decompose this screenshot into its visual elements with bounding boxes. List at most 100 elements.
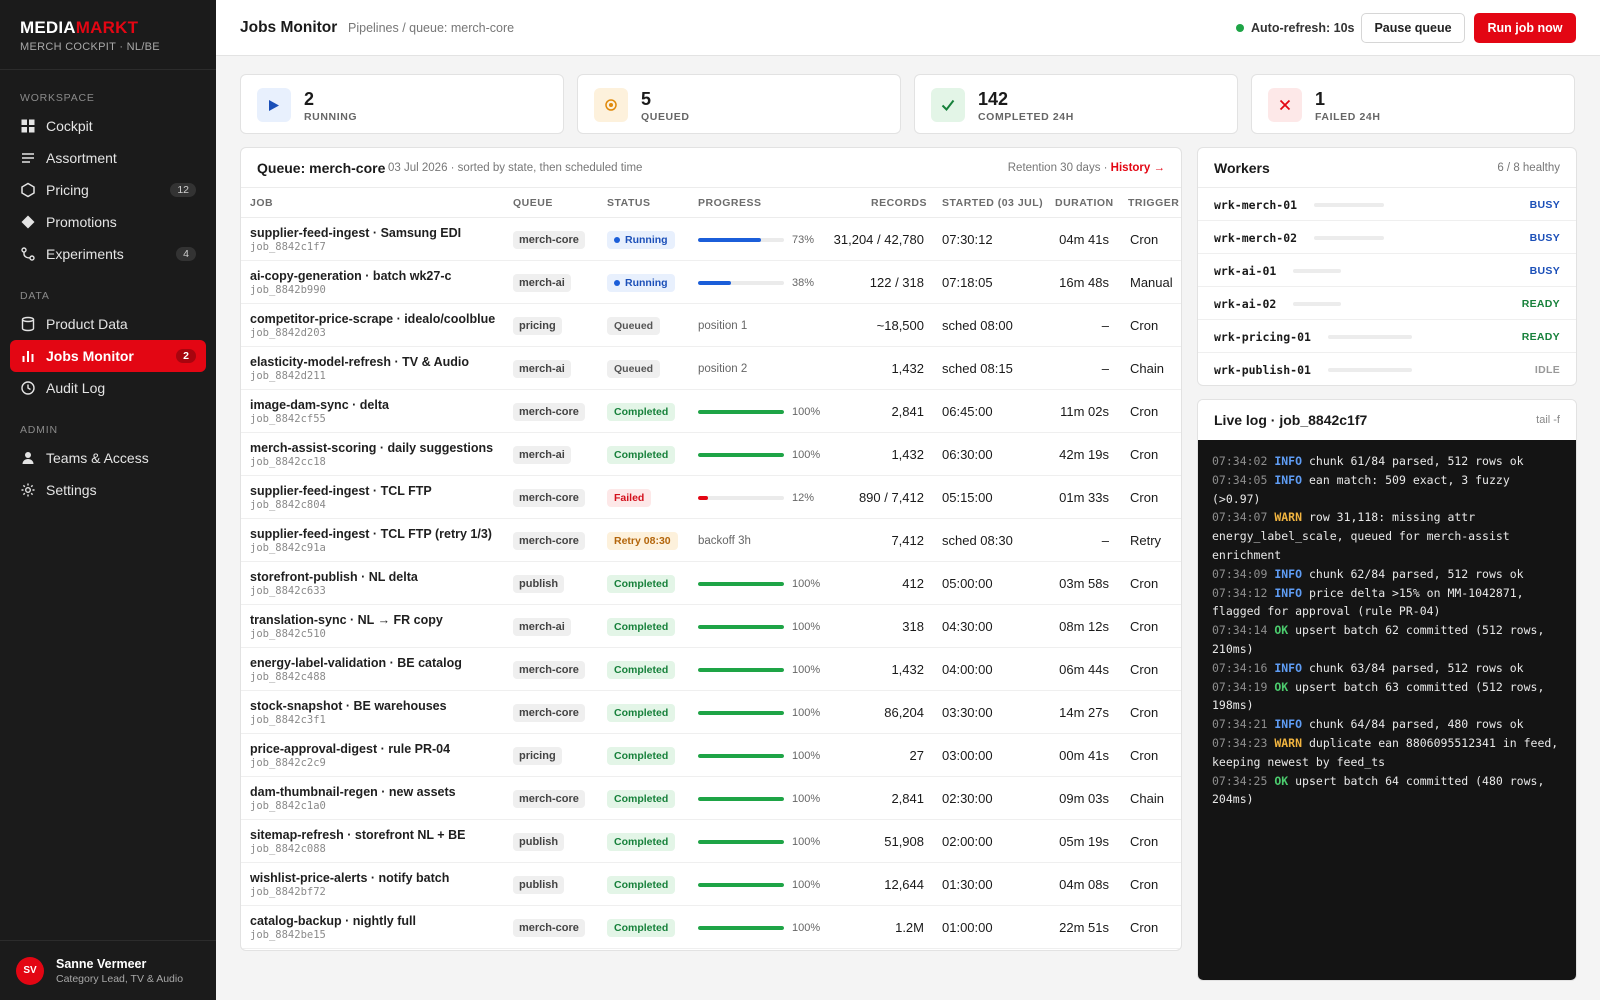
auto-refresh-label: Auto-refresh: 10s: [1251, 21, 1355, 35]
worker-row[interactable]: wrk-merch-02 BUSY: [1198, 221, 1576, 254]
user-profile[interactable]: SV Sanne Vermeer Category Lead, TV & Aud…: [0, 940, 216, 1000]
worker-load-bar: [1328, 368, 1412, 372]
log-output[interactable]: 07:34:02 INFO chunk 61/84 parsed, 512 ro…: [1198, 440, 1576, 980]
log-timestamp: 07:34:12: [1212, 585, 1268, 600]
sidebar-item-promotions[interactable]: Promotions: [10, 206, 206, 238]
job-name[interactable]: energy-label-validation · BE catalog: [250, 656, 462, 670]
sidebar-item-audit-log[interactable]: Audit Log: [10, 372, 206, 404]
history-link[interactable]: History →: [1111, 162, 1165, 174]
stat-card-running[interactable]: 2 RUNNING: [240, 74, 564, 134]
table-row[interactable]: supplier-feed-ingest · TCL FTP (retry 1/…: [241, 519, 1181, 562]
play-icon: [257, 88, 291, 122]
column-header-trigger[interactable]: TRIGGER: [1128, 188, 1179, 218]
table-row[interactable]: translation-sync · NL → FR copy job_8842c…: [241, 605, 1181, 648]
trigger-value: Cron: [1130, 490, 1159, 505]
worker-load-bar: [1293, 302, 1341, 306]
worker-row[interactable]: wrk-ai-02 READY: [1198, 287, 1576, 320]
progress-fill: [698, 925, 784, 930]
sidebar-item-settings[interactable]: Settings: [10, 474, 206, 506]
status-badge: Completed: [607, 918, 676, 937]
table-row[interactable]: merch-assist-scoring · daily suggestions…: [241, 433, 1181, 476]
job-name[interactable]: wishlist-price-alerts · notify batch: [250, 871, 449, 885]
table-row[interactable]: energy-label-validation · BE catalog job_…: [241, 648, 1181, 691]
job-name[interactable]: sitemap-refresh · storefront NL + BE: [250, 828, 465, 842]
run-job-button[interactable]: Run job now: [1474, 13, 1576, 43]
job-id: job_8842cf55: [250, 413, 326, 425]
job-name[interactable]: catalog-backup · nightly full: [250, 914, 416, 928]
column-header-records[interactable]: RECORDS: [871, 188, 927, 218]
sidebar-item-assortment[interactable]: Assortment: [10, 142, 206, 174]
table-row[interactable]: stock-snapshot · BE warehouses job_8842c3…: [241, 691, 1181, 734]
job-name[interactable]: price-approval-digest · rule PR-04: [250, 742, 450, 756]
breadcrumb[interactable]: Pipelines / queue: merch-core: [348, 21, 514, 35]
sidebar-item-label: Promotions: [46, 214, 117, 230]
sidebar-item-jobs-monitor[interactable]: Jobs Monitor 2: [10, 340, 206, 372]
table-row[interactable]: dam-thumbnail-regen · new assets job_8842…: [241, 777, 1181, 820]
started-value: 06:30:00: [942, 447, 993, 462]
worker-row[interactable]: wrk-ai-01 BUSY: [1198, 254, 1576, 287]
worker-row[interactable]: wrk-merch-01 BUSY: [1198, 188, 1576, 221]
job-name[interactable]: stock-snapshot · BE warehouses: [250, 699, 447, 713]
sidebar-item-label: Experiments: [46, 246, 124, 262]
progress-bar: [698, 280, 784, 285]
log-level: OK: [1274, 623, 1289, 638]
table-row[interactable]: supplier-feed-ingest · TCL FTP job_8842c8…: [241, 476, 1181, 519]
column-header-job[interactable]: JOB: [250, 188, 273, 218]
column-header-duration[interactable]: DURATION: [1055, 188, 1114, 218]
job-name[interactable]: ai-copy-generation · batch wk27-c: [250, 269, 451, 283]
table-row[interactable]: image-dam-sync · delta job_8842cf55 merch-…: [241, 390, 1181, 433]
job-name[interactable]: elasticity-model-refresh · TV & Audio: [250, 355, 469, 369]
started-value: sched 08:00: [942, 318, 1013, 333]
table-row[interactable]: catalog-backup · nightly full job_8842be1…: [241, 906, 1181, 949]
table-row[interactable]: price-approval-digest · rule PR-04 job_88…: [241, 734, 1181, 777]
log-line: 07:34:21 INFO chunk 64/84 parsed, 480 ro…: [1212, 715, 1564, 734]
column-header-started[interactable]: STARTED (03 JUL): [942, 188, 1043, 218]
started-value: 01:00:00: [942, 920, 993, 935]
worker-row[interactable]: wrk-pricing-01 READY: [1198, 320, 1576, 353]
job-name[interactable]: competitor-price-scrape · idealo/coolblu…: [250, 312, 495, 326]
job-name[interactable]: supplier-feed-ingest · Samsung EDI: [250, 226, 461, 240]
job-name[interactable]: storefront-publish · NL delta: [250, 570, 418, 584]
sidebar-item-experiments[interactable]: Experiments 4: [10, 238, 206, 270]
sidebar-item-teams-access[interactable]: Teams & Access: [10, 442, 206, 474]
pause-queue-button[interactable]: Pause queue: [1361, 13, 1465, 43]
table-row[interactable]: storefront-publish · NL delta job_8842c63…: [241, 562, 1181, 605]
table-row[interactable]: sitemap-refresh · storefront NL + BE job_…: [241, 820, 1181, 863]
stat-card-failed[interactable]: 1 FAILED 24H: [1251, 74, 1575, 134]
log-level: WARN: [1274, 735, 1303, 750]
progress-bar: [698, 753, 784, 758]
queue-tag: merch-ai: [513, 445, 571, 464]
sidebar-item-pricing[interactable]: Pricing 12: [10, 174, 206, 206]
log-line: 07:34:12 INFO price delta >15% on MM-104…: [1212, 584, 1564, 622]
sidebar-item-label: Settings: [46, 482, 97, 498]
job-name[interactable]: translation-sync · NL → FR copy: [250, 613, 443, 627]
stat-card-completed[interactable]: 142 COMPLETED 24H: [914, 74, 1238, 134]
table-row[interactable]: supplier-feed-ingest · Samsung EDI job_88…: [241, 218, 1181, 261]
job-name[interactable]: merch-assist-scoring · daily suggestions: [250, 441, 493, 455]
job-name[interactable]: image-dam-sync · delta: [250, 398, 389, 412]
job-name[interactable]: dam-thumbnail-regen · new assets: [250, 785, 456, 799]
tag-icon: [21, 215, 35, 229]
tail-toggle[interactable]: tail -f: [1536, 414, 1560, 426]
column-header-progress[interactable]: PROGRESS: [698, 188, 762, 218]
sidebar-item-product-data[interactable]: Product Data: [10, 308, 206, 340]
queue-tag: merch-core: [513, 230, 585, 249]
auto-refresh-indicator[interactable]: Auto-refresh: 10s: [1236, 21, 1355, 35]
logo[interactable]: MEDIAMARKT: [20, 18, 196, 38]
records-value: 7,412: [891, 533, 924, 548]
table-body: supplier-feed-ingest · Samsung EDI job_88…: [241, 218, 1181, 949]
job-name[interactable]: supplier-feed-ingest · TCL FTP (retry 1/…: [250, 527, 492, 541]
job-name[interactable]: supplier-feed-ingest · TCL FTP: [250, 484, 432, 498]
worker-row[interactable]: wrk-publish-01 IDLE: [1198, 353, 1576, 385]
status-badge: Running: [607, 230, 675, 249]
column-header-queue[interactable]: QUEUE: [513, 188, 553, 218]
sidebar-item-cockpit[interactable]: Cockpit: [10, 110, 206, 142]
table-row[interactable]: elasticity-model-refresh · TV & Audio job…: [241, 347, 1181, 390]
stat-card-queued[interactable]: 5 QUEUED: [577, 74, 901, 134]
brand-subtitle: MERCH COCKPIT · NL/BE: [20, 41, 160, 53]
table-row[interactable]: wishlist-price-alerts · notify batch job_…: [241, 863, 1181, 906]
table-row[interactable]: competitor-price-scrape · idealo/coolblu…: [241, 304, 1181, 347]
column-header-status[interactable]: STATUS: [607, 188, 650, 218]
table-row[interactable]: ai-copy-generation · batch wk27-c job_884…: [241, 261, 1181, 304]
trigger-value: Chain: [1130, 361, 1164, 376]
